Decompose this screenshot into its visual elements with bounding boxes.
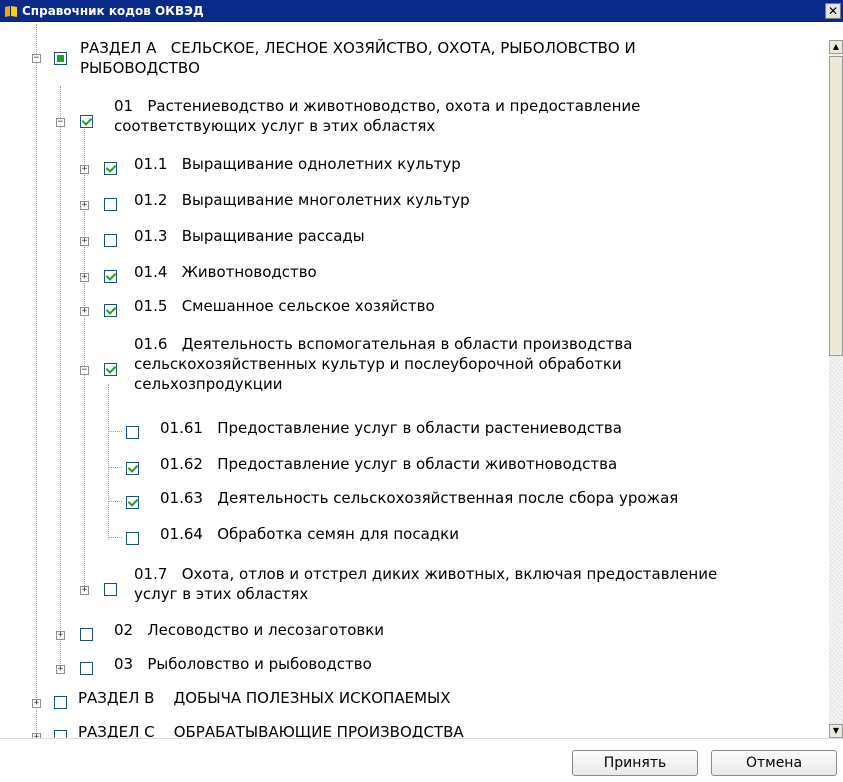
close-icon: ✕ — [827, 4, 839, 18]
tree-node-01-64[interactable]: 01.64 Обработка семян для посадки — [10, 524, 827, 548]
tree-node-label: 01.7 Охота, отлов и отстрел диких животн… — [134, 565, 718, 603]
tree-node-01-1[interactable]: + 01.1 Выращивание однолетних культур — [10, 154, 827, 178]
window-titlebar: Справочник кодов ОКВЭД ✕ — [0, 0, 843, 22]
checkbox-section-b[interactable] — [54, 696, 67, 709]
tree-node-label: РАЗДЕЛ В ДОБЫЧА ПОЛЕЗНЫХ ИСКОПАЕМЫХ — [78, 689, 451, 707]
checkbox-03[interactable] — [80, 662, 93, 675]
checkbox-01-3[interactable] — [104, 234, 117, 247]
window-title: Справочник кодов ОКВЭД — [22, 4, 204, 18]
tree-node-label: 01.2 Выращивание многолетних культур — [134, 191, 470, 209]
plus-icon[interactable]: + — [80, 307, 89, 316]
tree-node-label: 01 Растениеводство и животноводство, охо… — [114, 97, 641, 135]
scroll-up-button[interactable]: ▲ — [829, 40, 843, 54]
tree-node-section-c[interactable]: + РАЗДЕЛ С ОБРАБАТЫВАЮЩИЕ ПРОИЗВОДСТВА — [10, 722, 827, 738]
checkbox-01-7[interactable] — [104, 583, 117, 596]
checkbox-02[interactable] — [80, 628, 93, 641]
checkbox-section-a[interactable] — [54, 52, 67, 65]
checkbox-01-1[interactable] — [104, 162, 117, 175]
tree-node-label: 01.4 Животноводство — [134, 263, 317, 281]
tree-node-03[interactable]: + 03 Рыболовство и рыбоводство — [10, 654, 827, 678]
tree-node-label: 01.61 Предоставление услуг в области рас… — [160, 419, 622, 437]
tree-node-01-5[interactable]: + 01.5 Смешанное сельское хозяйство — [10, 296, 827, 320]
cancel-button[interactable]: Отмена — [711, 750, 837, 776]
plus-icon[interactable]: + — [56, 631, 65, 640]
tree-node-label: 03 Рыболовство и рыбоводство — [114, 655, 372, 673]
tree-node-label: 01.63 Деятельность сельскохозяйственная … — [160, 489, 679, 507]
tree-node-01-6[interactable]: − 01.6 Деятельность вспомогательная в об… — [10, 334, 827, 396]
plus-icon[interactable]: + — [56, 665, 65, 674]
checkbox-section-c[interactable] — [54, 730, 67, 738]
checkbox-01[interactable] — [80, 115, 93, 128]
plus-icon[interactable]: + — [80, 273, 89, 282]
tree-node-01-62[interactable]: 01.62 Предоставление услуг в области жив… — [10, 454, 827, 478]
close-button[interactable]: ✕ — [825, 3, 841, 19]
tree-node-02[interactable]: + 02 Лесоводство и лесозаготовки — [10, 620, 827, 644]
checkbox-01-2[interactable] — [104, 198, 117, 211]
checkbox-01-61[interactable] — [126, 426, 139, 439]
tree-node-label: 01.5 Смешанное сельское хозяйство — [134, 297, 435, 315]
tree-node-01-2[interactable]: + 01.2 Выращивание многолетних культур — [10, 190, 827, 214]
tree-node-label: 01.3 Выращивание рассады — [134, 227, 365, 245]
tree-node-label: РАЗДЕЛ А СЕЛЬСКОЕ, ЛЕСНОЕ ХОЗЯЙСТВО, ОХО… — [80, 39, 636, 77]
okved-tree: − РАЗДЕЛ А СЕЛЬСКОЕ, ЛЕСНОЕ ХОЗЯЙСТВО, О… — [10, 24, 827, 738]
tree-node-01[interactable]: − 01 Растениеводство и животноводство, о… — [10, 96, 827, 138]
tree-node-label: 01.6 Деятельность вспомогательная в обла… — [134, 335, 633, 393]
tree-node-01-63[interactable]: 01.63 Деятельность сельскохозяйственная … — [10, 488, 827, 512]
collapse-icon[interactable]: − — [32, 54, 41, 63]
tree-node-01-7[interactable]: + 01.7 Охота, отлов и отстрел диких живо… — [10, 564, 827, 606]
checkbox-01-63[interactable] — [126, 496, 139, 509]
checkbox-01-5[interactable] — [104, 304, 117, 317]
plus-icon[interactable]: + — [80, 201, 89, 210]
collapse-icon[interactable]: − — [56, 118, 65, 127]
tree-node-label: 01.62 Предоставление услуг в области жив… — [160, 455, 618, 473]
collapse-icon[interactable]: − — [80, 366, 89, 375]
tree-node-01-4[interactable]: + 01.4 Животноводство — [10, 262, 827, 286]
tree-node-label: 01.1 Выращивание однолетних культур — [134, 155, 461, 173]
tree-node-01-3[interactable]: + 01.3 Выращивание рассады — [10, 226, 827, 250]
plus-icon[interactable]: + — [80, 165, 89, 174]
tree-node-section-b[interactable]: + РАЗДЕЛ В ДОБЫЧА ПОЛЕЗНЫХ ИСКОПАЕМЫХ — [10, 688, 827, 712]
tree-node-01-61[interactable]: 01.61 Предоставление услуг в области рас… — [10, 418, 827, 442]
tree-node-section-a[interactable]: − РАЗДЕЛ А СЕЛЬСКОЕ, ЛЕСНОЕ ХОЗЯЙСТВО, О… — [10, 38, 827, 80]
checkbox-01-6[interactable] — [104, 363, 117, 376]
checkbox-01-62[interactable] — [126, 462, 139, 475]
dialog-footer: Принять Отмена — [0, 738, 843, 782]
book-icon — [4, 4, 18, 18]
tree-scrollbar[interactable]: ▲ ▼ — [829, 40, 843, 738]
accept-button[interactable]: Принять — [572, 750, 698, 776]
plus-icon[interactable]: + — [32, 699, 41, 708]
checkbox-01-64[interactable] — [126, 532, 139, 545]
tree-node-label: 01.64 Обработка семян для посадки — [160, 525, 459, 543]
scroll-down-button[interactable]: ▼ — [829, 724, 843, 738]
plus-icon[interactable]: + — [80, 237, 89, 246]
tree-node-label: 02 Лесоводство и лесозаготовки — [114, 621, 385, 639]
scroll-thumb[interactable] — [829, 56, 843, 356]
plus-icon[interactable]: + — [80, 586, 89, 595]
tree-node-label: РАЗДЕЛ С ОБРАБАТЫВАЮЩИЕ ПРОИЗВОДСТВА — [78, 723, 464, 738]
checkbox-01-4[interactable] — [104, 270, 117, 283]
